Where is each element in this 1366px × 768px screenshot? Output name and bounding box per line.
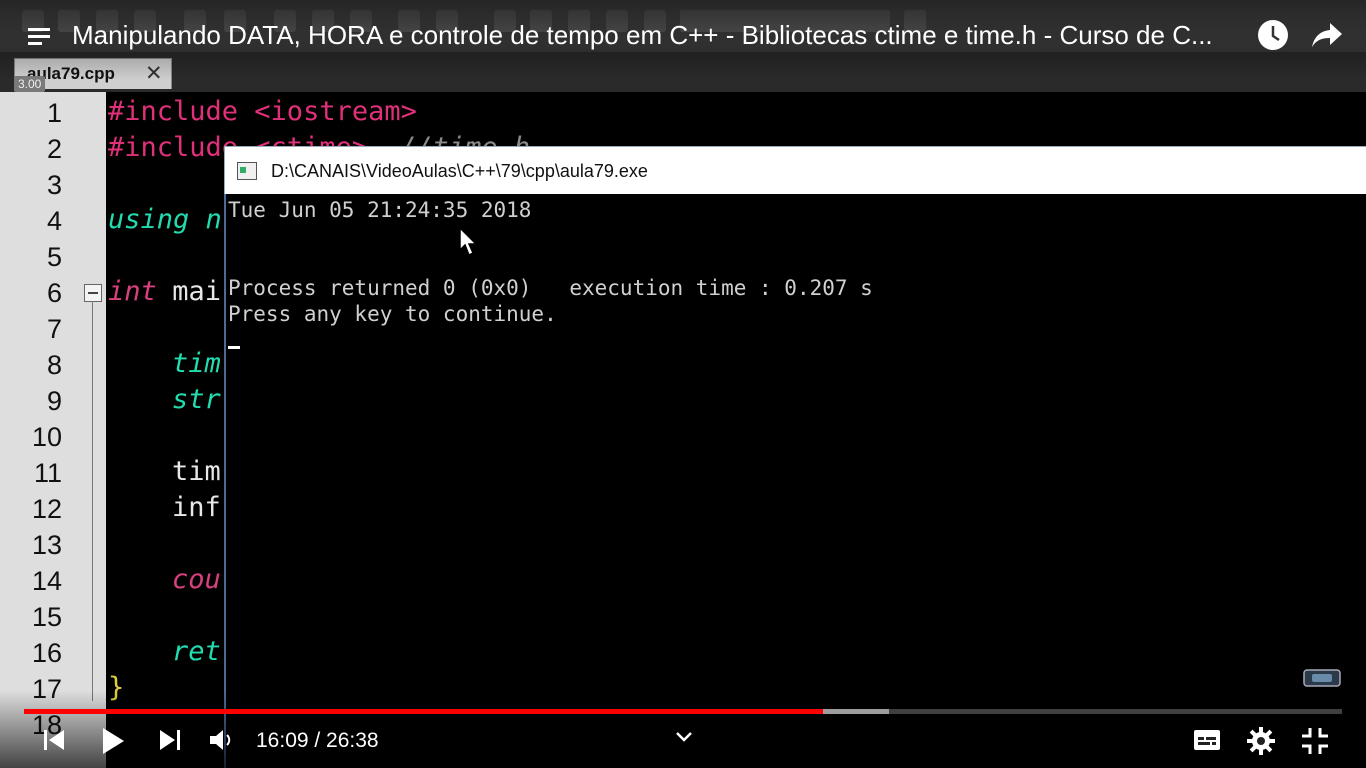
play-icon[interactable]: [100, 726, 126, 756]
code-line-16: ret: [172, 636, 221, 667]
chevron-down-icon[interactable]: [674, 729, 694, 745]
line-number: 10: [31, 422, 62, 452]
line-number: 8: [46, 350, 62, 380]
fold-toggle[interactable]: [84, 284, 102, 302]
code-line-8: tim: [172, 348, 221, 379]
code-keyword-int: int: [108, 276, 157, 307]
line-number: 11: [33, 458, 62, 488]
skip-previous-icon[interactable]: [42, 726, 66, 754]
line-number: 14: [31, 566, 62, 596]
console-line-date: Tue Jun 05 21:24:35 2018: [228, 198, 532, 222]
progress-played: [24, 709, 823, 714]
code-line-14: cou: [172, 564, 221, 595]
code-line-1: #include <iostream>: [108, 96, 417, 127]
line-number: 6: [46, 278, 62, 308]
line-number: 13: [31, 530, 62, 560]
line-number: 5: [46, 242, 62, 272]
channel-watermark-icon: [1303, 669, 1341, 687]
code-line-9: str: [172, 384, 221, 415]
code-line-6: mai: [156, 276, 222, 307]
line-number: 1: [46, 98, 62, 128]
code-line-12: inf: [172, 492, 221, 523]
line-number: 7: [46, 314, 62, 344]
gear-icon[interactable]: [1246, 726, 1276, 756]
line-number: 3: [46, 170, 62, 200]
fold-guide: [92, 301, 93, 701]
console-line-continue: Press any key to continue.: [228, 302, 557, 326]
line-number: 15: [31, 602, 62, 632]
console-app-icon: [237, 162, 257, 180]
volume-icon[interactable]: [208, 726, 234, 754]
video-frame[interactable]: aula79.cpp ✕ 3.00 1 2 3 4 5 6 7 8 9 10 1…: [0, 0, 1366, 768]
line-number: 9: [46, 386, 62, 416]
line-number: 2: [46, 134, 62, 164]
console-caret: [228, 346, 240, 349]
time-display: 16:09 / 26:38: [256, 729, 379, 752]
fullscreen-exit-icon[interactable]: [1300, 726, 1330, 756]
clock-icon[interactable]: [1256, 18, 1290, 52]
progress-bar[interactable]: [24, 709, 1342, 714]
share-icon[interactable]: [1310, 20, 1344, 50]
menu-icon[interactable]: [28, 26, 52, 48]
line-number: 12: [31, 494, 62, 524]
console-window-titlebar[interactable]: D:\CANAIS\VideoAulas\C++\79\cpp\aula79.e…: [224, 146, 1366, 196]
console-window-title: D:\CANAIS\VideoAulas\C++\79\cpp\aula79.e…: [271, 161, 648, 181]
line-number: 4: [46, 206, 62, 236]
console-output[interactable]: Tue Jun 05 21:24:35 2018 Process returne…: [224, 194, 1366, 768]
mouse-pointer-icon: [459, 226, 478, 257]
video-title[interactable]: Manipulando DATA, HORA e controle de tem…: [72, 20, 1242, 51]
console-line-process: Process returned 0 (0x0) execution time …: [228, 276, 873, 300]
subtitles-icon[interactable]: [1192, 726, 1222, 754]
code-line-4: using n: [108, 204, 222, 235]
code-line-11: tim: [172, 456, 221, 487]
line-number: 16: [31, 638, 62, 668]
skip-next-icon[interactable]: [158, 726, 182, 754]
